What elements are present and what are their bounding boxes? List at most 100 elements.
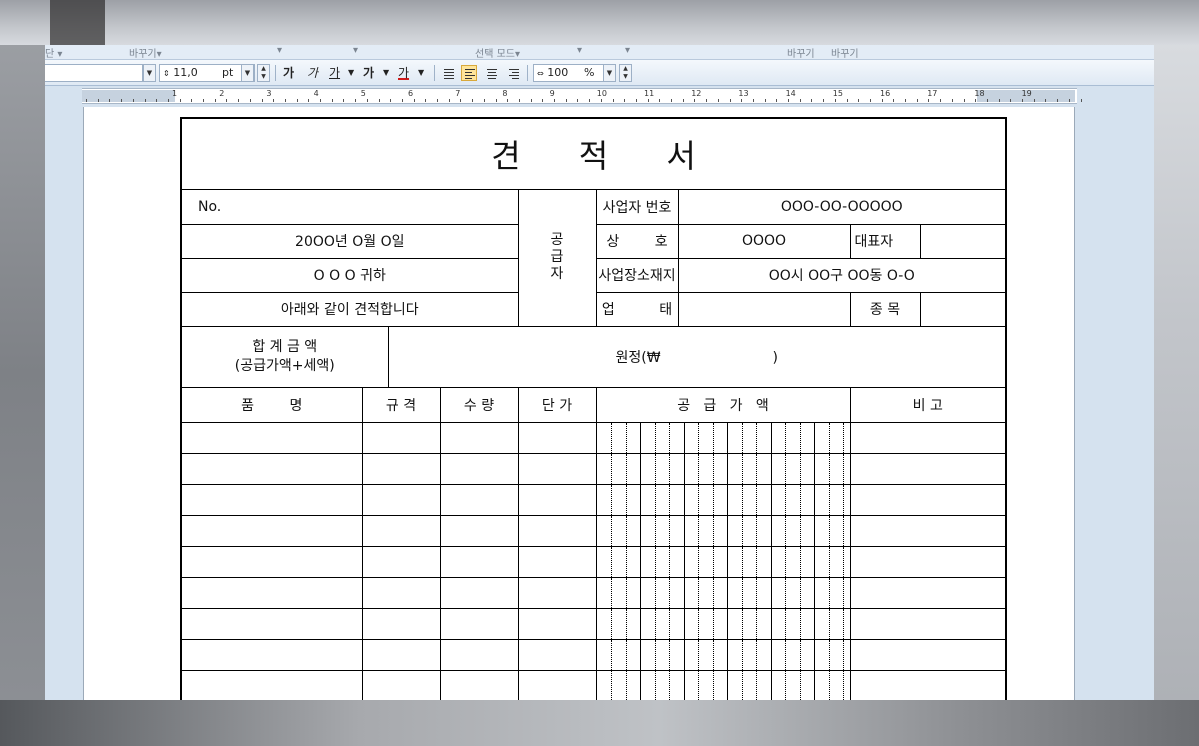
- zoom-spinner[interactable]: ▲ ▼: [619, 64, 632, 82]
- qty-cell[interactable]: [439, 452, 519, 485]
- unit-price-cell[interactable]: [517, 545, 597, 578]
- font-name-dropdown[interactable]: ▼: [143, 64, 156, 82]
- supply-amount-cell[interactable]: [595, 607, 851, 640]
- zoom-input[interactable]: ⇔ 100 %: [533, 64, 605, 82]
- document-page[interactable]: 견 적 서 No. 공급자 사업자 번호 OOO-OO-OOOOO 20OO년 …: [83, 107, 1075, 700]
- note-cell[interactable]: [849, 421, 1007, 454]
- supply-amount-cell[interactable]: [595, 483, 851, 516]
- digit-divider: [654, 609, 656, 638]
- ruler-tick: [589, 99, 591, 102]
- digit-divider: [770, 578, 772, 607]
- spec-cell[interactable]: [361, 421, 441, 454]
- qty-cell[interactable]: [439, 669, 519, 700]
- ruler-tick: [378, 99, 380, 102]
- ruler-number: 7: [455, 89, 461, 98]
- supply-amount-cell[interactable]: [595, 545, 851, 578]
- ruler-tick: [624, 99, 626, 102]
- item-cell[interactable]: [180, 421, 363, 454]
- format-toolbar: ▼ ⇕ 11,0 pt ▼ ▲ ▼ 가 가 가 ▼ 가 ▼ 가 ▼ ⇔ 100 …: [45, 60, 1154, 86]
- font-color-button[interactable]: 가: [398, 64, 409, 82]
- item-cell[interactable]: [180, 576, 363, 609]
- menu-item-dropdown-1[interactable]: ▾: [277, 45, 282, 56]
- item-cell[interactable]: [180, 607, 363, 640]
- supply-amount-cell[interactable]: [595, 452, 851, 485]
- table-row: [180, 452, 1007, 485]
- menu-item-select-mode[interactable]: 선택 모드▾: [475, 45, 520, 60]
- unit-price-cell[interactable]: [517, 483, 597, 516]
- note-cell[interactable]: [849, 452, 1007, 485]
- supply-amount-cell[interactable]: [595, 421, 851, 454]
- menu-item-replace[interactable]: 바꾸기▾: [129, 45, 162, 60]
- underline-button[interactable]: 가: [329, 64, 340, 82]
- left-align-icon[interactable]: [461, 65, 477, 81]
- spec-cell[interactable]: [361, 576, 441, 609]
- note-cell[interactable]: [849, 514, 1007, 547]
- qty-cell[interactable]: [439, 514, 519, 547]
- digit-divider: [727, 485, 728, 514]
- unit-price-cell[interactable]: [517, 607, 597, 640]
- italic-button[interactable]: 가: [307, 64, 318, 82]
- digit-divider: [785, 671, 786, 700]
- supply-amount-cell[interactable]: [595, 514, 851, 547]
- qty-cell[interactable]: [439, 545, 519, 578]
- spec-cell[interactable]: [361, 607, 441, 640]
- unit-price-cell[interactable]: [517, 452, 597, 485]
- strikethrough-dropdown[interactable]: ▼: [383, 64, 389, 82]
- note-cell[interactable]: [849, 669, 1007, 700]
- strikethrough-button[interactable]: 가: [363, 64, 374, 82]
- note-cell[interactable]: [849, 483, 1007, 516]
- font-size-unit: pt: [222, 66, 234, 79]
- digit-divider: [712, 547, 714, 576]
- unit-price-cell[interactable]: [517, 669, 597, 700]
- underline-dropdown[interactable]: ▼: [348, 64, 354, 82]
- note-cell[interactable]: [849, 607, 1007, 640]
- unit-price-cell[interactable]: [517, 421, 597, 454]
- ruler-tick: [928, 99, 930, 102]
- item-cell[interactable]: [180, 483, 363, 516]
- right-align-icon[interactable]: [505, 65, 521, 81]
- qty-cell[interactable]: [439, 607, 519, 640]
- zoom-dropdown[interactable]: ▼: [603, 64, 616, 82]
- ruler-tick: [261, 99, 263, 102]
- font-color-dropdown[interactable]: ▼: [418, 64, 424, 82]
- menu-item-column[interactable]: 단 ▾: [45, 45, 62, 60]
- supply-amount-cell[interactable]: [595, 669, 851, 700]
- menu-item-replace-3[interactable]: 바꾸기: [831, 45, 859, 60]
- digit-divider: [625, 516, 627, 545]
- note-cell[interactable]: [849, 576, 1007, 609]
- center-align-icon[interactable]: [483, 65, 499, 81]
- qty-cell[interactable]: [439, 421, 519, 454]
- horizontal-ruler[interactable]: 1 2 3 4 5 6 7 8 9 10 11 12 13 14 15 16 17 18 19: [82, 88, 1082, 104]
- spec-cell[interactable]: [361, 514, 441, 547]
- unit-price-cell[interactable]: [517, 576, 597, 609]
- note-cell[interactable]: [849, 545, 1007, 578]
- spec-cell[interactable]: [361, 669, 441, 700]
- item-cell[interactable]: [180, 638, 363, 671]
- note-cell[interactable]: [849, 638, 1007, 671]
- supply-amount-cell[interactable]: [595, 638, 851, 671]
- supply-amount-cell[interactable]: [595, 576, 851, 609]
- spec-cell[interactable]: [361, 545, 441, 578]
- spec-cell[interactable]: [361, 452, 441, 485]
- qty-cell[interactable]: [439, 483, 519, 516]
- item-cell[interactable]: [180, 514, 363, 547]
- item-cell[interactable]: [180, 669, 363, 700]
- spec-cell[interactable]: [361, 638, 441, 671]
- unit-price-cell[interactable]: [517, 638, 597, 671]
- menu-item-replace-2[interactable]: 바꾸기: [787, 45, 815, 60]
- qty-cell[interactable]: [439, 576, 519, 609]
- item-cell[interactable]: [180, 452, 363, 485]
- spec-cell[interactable]: [361, 483, 441, 516]
- menu-item-dropdown-3[interactable]: ▾: [577, 45, 582, 56]
- menu-item-dropdown-2[interactable]: ▾: [353, 45, 358, 56]
- menu-item-dropdown-4[interactable]: ▾: [625, 45, 630, 56]
- item-cell[interactable]: [180, 545, 363, 578]
- font-size-spinner[interactable]: ▲ ▼: [257, 64, 270, 82]
- qty-cell[interactable]: [439, 638, 519, 671]
- digit-divider: [785, 516, 786, 545]
- font-name-input[interactable]: [45, 64, 143, 82]
- bold-button[interactable]: 가: [283, 64, 294, 82]
- justify-align-icon[interactable]: [440, 65, 456, 81]
- font-size-dropdown[interactable]: ▼: [241, 64, 254, 82]
- unit-price-cell[interactable]: [517, 514, 597, 547]
